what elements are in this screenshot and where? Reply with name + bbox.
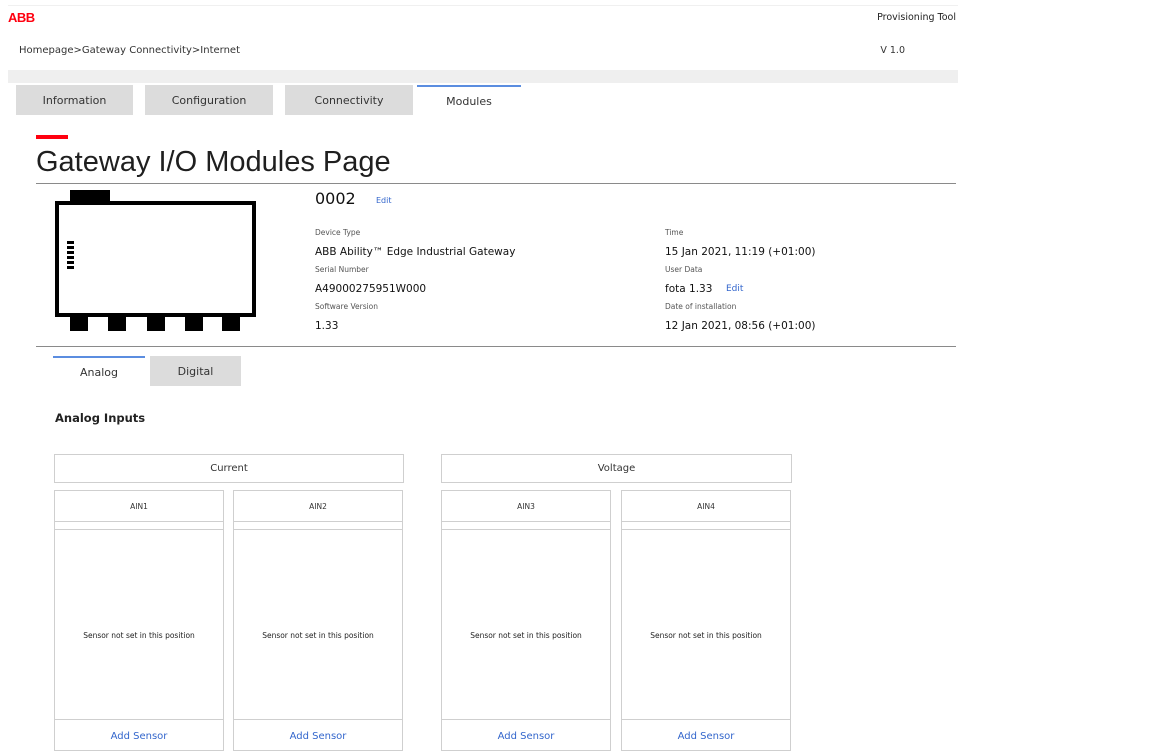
panel-divider [55,719,223,720]
device-terminal [222,317,240,331]
ain3-add-sensor-button[interactable]: Add Sensor [442,731,610,742]
info-divider [36,346,956,347]
user-data-value: fota 1.33 [665,283,713,295]
device-id: 0002 [315,189,356,208]
ain1-add-sensor-button[interactable]: Add Sensor [55,731,223,742]
panel-divider [442,719,610,720]
ain3-status: Sensor not set in this position [470,631,582,640]
subtab-analog[interactable]: Analog [53,356,145,386]
tab-configuration[interactable]: Configuration [145,85,273,115]
ain2-panel: AIN2 Sensor not set in this position Add… [233,490,403,751]
ain4-panel: AIN4 Sensor not set in this position Add… [621,490,791,751]
analog-inputs-title: Analog Inputs [55,411,146,425]
time-label: Time [665,228,684,237]
tab-information[interactable]: Information [16,85,133,115]
breadcrumb[interactable]: Homepage>Gateway Connectivity>Internet [19,45,240,56]
current-group-header: Current [54,454,404,483]
ain4-status: Sensor not set in this position [650,631,762,640]
device-terminal [70,317,88,331]
voltage-group-header: Voltage [441,454,792,483]
app-title: Provisioning Tool [877,12,956,23]
version-label: V 1.0 [880,45,905,56]
panel-divider [234,529,402,530]
panel-divider [55,529,223,530]
page-title: Gateway I/O Modules Page [36,146,391,178]
ain1-label: AIN1 [55,491,223,522]
software-version-label: Software Version [315,302,379,311]
panel-divider [442,529,610,530]
tab-modules[interactable]: Modules [417,85,521,115]
edit-user-data-link[interactable]: Edit [726,284,743,294]
header-divider [8,5,958,6]
edit-device-id-link[interactable]: Edit [376,196,392,205]
device-terminal [108,317,126,331]
ain3-label: AIN3 [442,491,610,522]
header-band [8,70,958,83]
subtab-digital[interactable]: Digital [150,356,241,386]
install-date-value: 12 Jan 2021, 08:56 (+01:00) [665,320,816,332]
panel-divider [234,719,402,720]
ain2-status: Sensor not set in this position [262,631,374,640]
ain1-status: Sensor not set in this position [83,631,195,640]
install-date-label: Date of installation [665,302,737,311]
tab-connectivity[interactable]: Connectivity [285,85,413,115]
device-type-value: ABB Ability™ Edge Industrial Gateway [315,246,516,258]
serial-number-value: A49000275951W000 [315,283,427,295]
panel-divider [622,719,790,720]
device-led-strip [67,241,74,271]
ain2-label: AIN2 [234,491,402,522]
serial-number-label: Serial Number [315,265,369,274]
ain3-panel: AIN3 Sensor not set in this position Add… [441,490,611,751]
ain2-add-sensor-button[interactable]: Add Sensor [234,731,402,742]
ain4-add-sensor-button[interactable]: Add Sensor [622,731,790,742]
abb-logo: ABB [8,10,35,25]
device-terminal [147,317,165,331]
panel-divider [622,529,790,530]
device-terminal [185,317,203,331]
device-type-label: Device Type [315,228,361,237]
ain1-panel: AIN1 Sensor not set in this position Add… [54,490,224,751]
device-body [55,201,256,317]
title-divider [36,183,956,184]
ain4-label: AIN4 [622,491,790,522]
software-version-value: 1.33 [315,320,339,332]
user-data-label: User Data [665,265,703,274]
title-accent [36,135,68,139]
time-value: 15 Jan 2021, 11:19 (+01:00) [665,246,816,258]
